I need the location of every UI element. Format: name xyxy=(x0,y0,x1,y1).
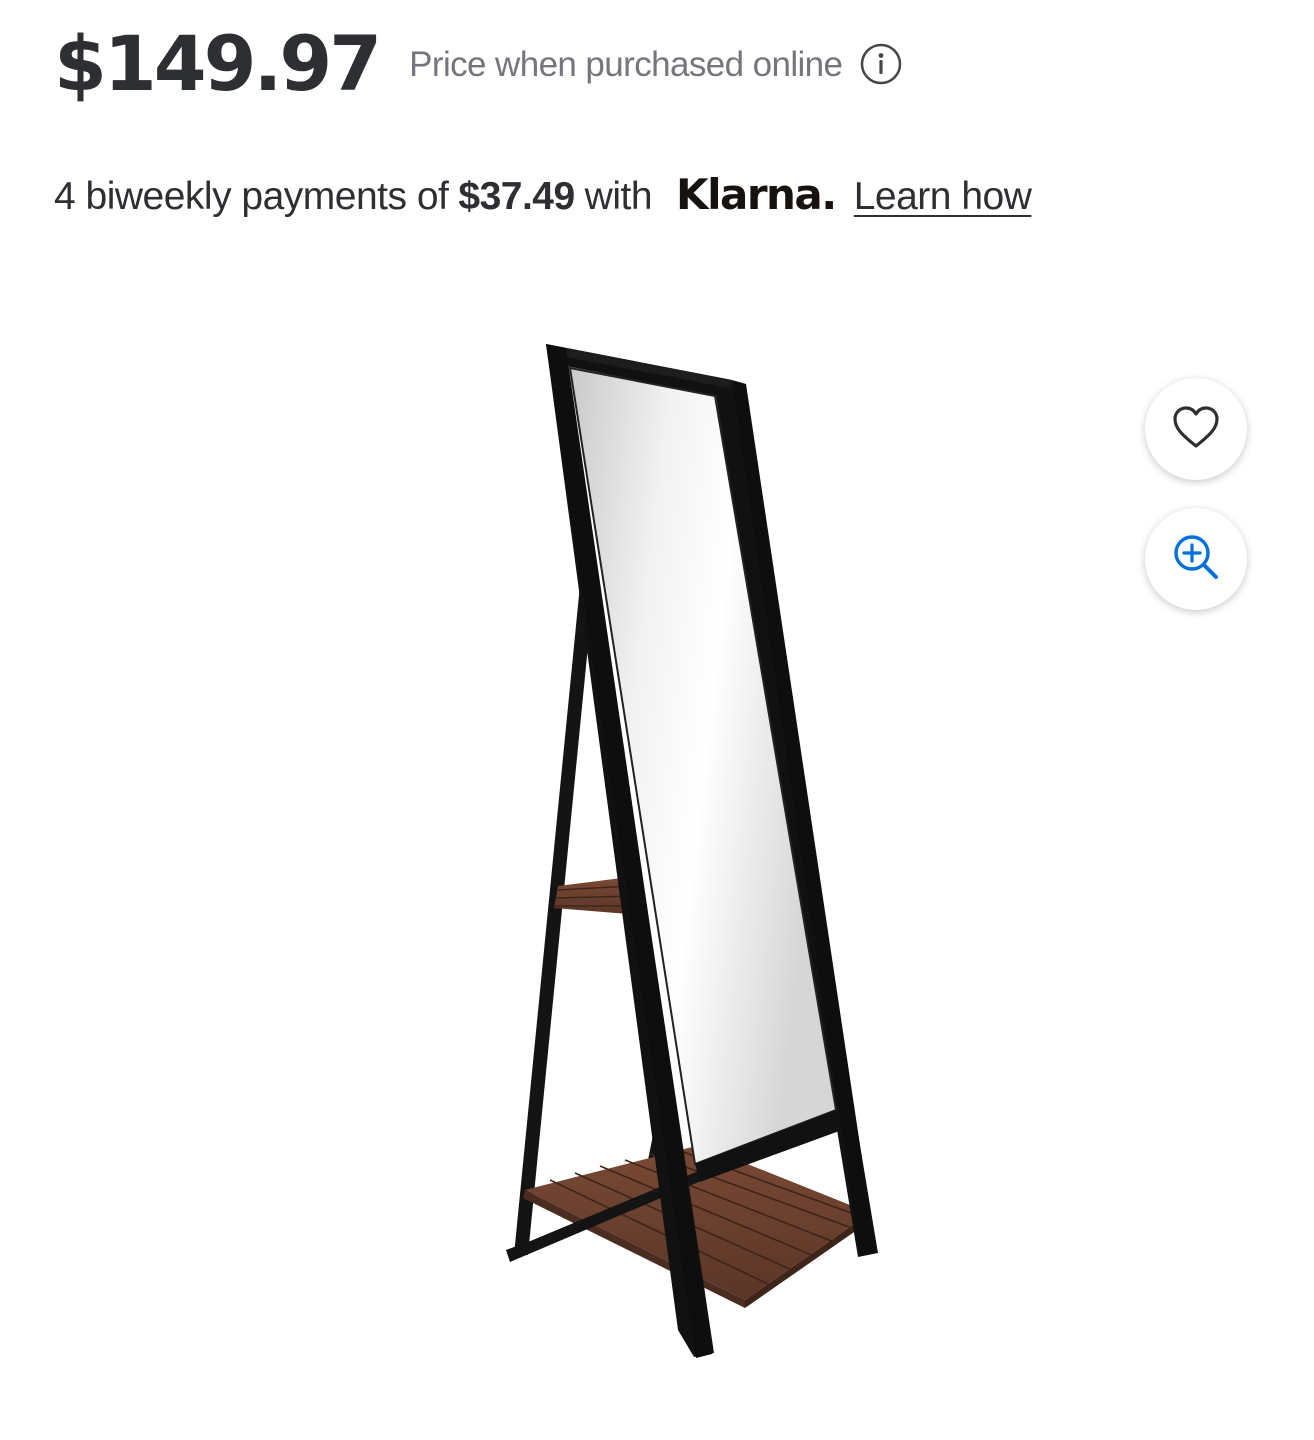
price-amount: $149.97 xyxy=(54,19,382,108)
financing-row: 4 biweekly payments of $37.49 with Klarn… xyxy=(54,170,1032,219)
standing-mirror-illustration xyxy=(506,344,878,1358)
heart-icon xyxy=(1172,405,1220,454)
financing-prefix: 4 biweekly payments of xyxy=(54,175,449,218)
price-row: $149.97 Price when purchased online xyxy=(54,26,902,102)
financing-amount: $37.49 xyxy=(458,175,575,218)
info-icon[interactable] xyxy=(860,43,902,85)
zoom-in-icon xyxy=(1171,532,1221,587)
product-image[interactable] xyxy=(470,330,900,1370)
klarna-logo: Klarna. xyxy=(676,170,837,219)
financing-with: with xyxy=(584,175,653,218)
zoom-button[interactable] xyxy=(1145,508,1247,610)
favorite-button[interactable] xyxy=(1145,378,1247,480)
price-note: Price when purchased online xyxy=(409,44,843,84)
learn-how-link[interactable]: Learn how xyxy=(854,175,1032,219)
